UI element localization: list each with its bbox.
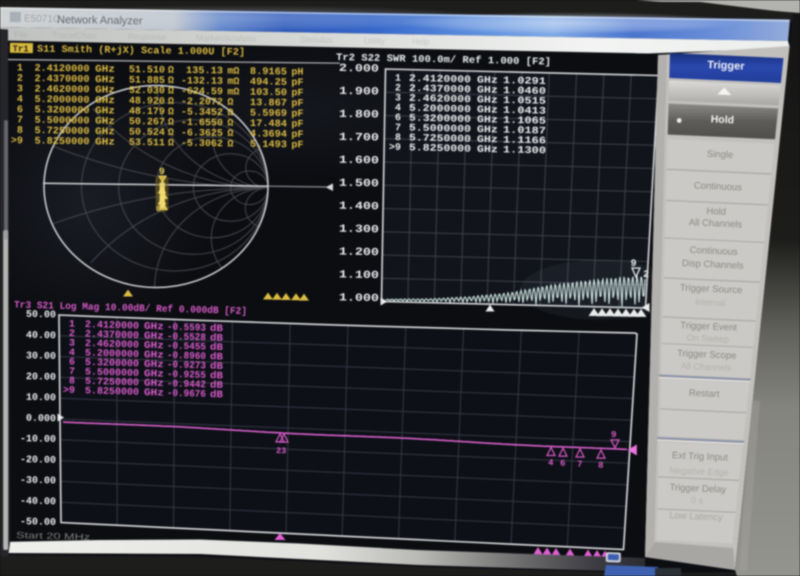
svg-text:Utility: Utility bbox=[364, 36, 386, 46]
svg-text:4: 4 bbox=[548, 458, 554, 468]
svg-text:GHz: GHz bbox=[95, 137, 115, 148]
svg-text:1.600: 1.600 bbox=[339, 155, 379, 168]
svg-text:On Sweep: On Sweep bbox=[687, 332, 729, 344]
svg-text:GHz: GHz bbox=[144, 388, 164, 400]
svg-text:23: 23 bbox=[276, 446, 286, 456]
svg-text:pF: pF bbox=[291, 140, 303, 151]
svg-text:0 s: 0 s bbox=[691, 495, 704, 506]
svg-text:5.1493: 5.1493 bbox=[250, 140, 287, 152]
svg-text:8: 8 bbox=[598, 461, 604, 471]
svg-text:1.400: 1.400 bbox=[339, 201, 379, 214]
svg-text:Restart: Restart bbox=[689, 388, 720, 400]
svg-text:File: File bbox=[14, 29, 28, 39]
svg-text:Marker/Analysis: Marker/Analysis bbox=[196, 33, 257, 44]
svg-text:>9: >9 bbox=[389, 143, 401, 154]
svg-text:20.00: 20.00 bbox=[26, 372, 56, 384]
svg-text:Start 20 MHz: Start 20 MHz bbox=[16, 530, 91, 542]
svg-text:>9: >9 bbox=[11, 136, 23, 147]
svg-text:Continuous: Continuous bbox=[689, 245, 738, 258]
svg-text:40.00: 40.00 bbox=[26, 331, 56, 343]
svg-text:6: 6 bbox=[560, 459, 566, 469]
svg-text:5.8250000: 5.8250000 bbox=[85, 386, 139, 399]
svg-text:-30.00: -30.00 bbox=[20, 476, 56, 488]
svg-text:Hold: Hold bbox=[710, 113, 734, 126]
svg-text:-0.9676: -0.9676 bbox=[167, 389, 206, 401]
svg-text:1.200: 1.200 bbox=[339, 247, 379, 260]
svg-text:-20.00: -20.00 bbox=[20, 455, 56, 467]
svg-text:0.000: 0.000 bbox=[26, 414, 56, 426]
svg-text:5.8250000: 5.8250000 bbox=[409, 143, 471, 155]
svg-text:Ω: Ω bbox=[227, 139, 233, 150]
svg-text:Response: Response bbox=[128, 31, 167, 42]
svg-text:1.800: 1.800 bbox=[339, 109, 379, 122]
svg-text:GHz: GHz bbox=[477, 145, 498, 156]
svg-text:-40.00: -40.00 bbox=[20, 496, 56, 508]
svg-text:Low Latency: Low Latency bbox=[669, 510, 723, 523]
svg-text:dB: dB bbox=[210, 389, 223, 401]
svg-text:50.00: 50.00 bbox=[26, 310, 56, 322]
svg-text:All Channels: All Channels bbox=[689, 217, 743, 230]
svg-text:1.700: 1.700 bbox=[339, 132, 379, 145]
svg-text:2.000: 2.000 bbox=[339, 63, 379, 76]
svg-text:Tr1: Tr1 bbox=[12, 44, 29, 54]
svg-text:53.511: 53.511 bbox=[129, 138, 165, 150]
svg-text:-10.00: -10.00 bbox=[20, 434, 56, 446]
svg-text:7: 7 bbox=[17, 115, 23, 126]
svg-text:Help: Help bbox=[412, 36, 430, 46]
svg-text:Continuous: Continuous bbox=[694, 180, 743, 193]
svg-text:7: 7 bbox=[577, 460, 583, 470]
svg-text:1.1300: 1.1300 bbox=[503, 145, 546, 157]
svg-text:Single: Single bbox=[707, 149, 734, 161]
svg-text:5.8250000: 5.8250000 bbox=[34, 136, 89, 148]
svg-text:1.100: 1.100 bbox=[339, 269, 379, 282]
svg-text:1: 1 bbox=[17, 63, 23, 74]
svg-text:Trigger: Trigger bbox=[707, 59, 745, 73]
svg-text:30.00: 30.00 bbox=[26, 351, 56, 363]
svg-text:1.500: 1.500 bbox=[339, 178, 379, 191]
svg-text:9: 9 bbox=[159, 166, 165, 177]
svg-text:Ω: Ω bbox=[168, 66, 174, 77]
svg-text:2: 2 bbox=[643, 270, 649, 281]
svg-text:9: 9 bbox=[611, 430, 617, 440]
svg-text:>9: >9 bbox=[63, 386, 75, 397]
svg-text:Internal: Internal bbox=[695, 297, 725, 308]
svg-text:-50.00: -50.00 bbox=[20, 517, 56, 529]
svg-text:8: 8 bbox=[156, 205, 161, 214]
svg-text:10.00: 10.00 bbox=[26, 393, 56, 405]
svg-text:1.300: 1.300 bbox=[339, 224, 379, 237]
svg-text:1.900: 1.900 bbox=[339, 86, 379, 99]
svg-text:1.000: 1.000 bbox=[339, 292, 379, 305]
svg-text:Ω: Ω bbox=[227, 119, 233, 130]
svg-text:Hold: Hold bbox=[706, 206, 726, 218]
svg-text:-5.3062: -5.3062 bbox=[181, 139, 223, 151]
svg-text:Ω: Ω bbox=[168, 138, 174, 149]
svg-text:Ω: Ω bbox=[168, 118, 174, 129]
svg-text:Trace/Chan: Trace/Chan bbox=[52, 30, 97, 41]
